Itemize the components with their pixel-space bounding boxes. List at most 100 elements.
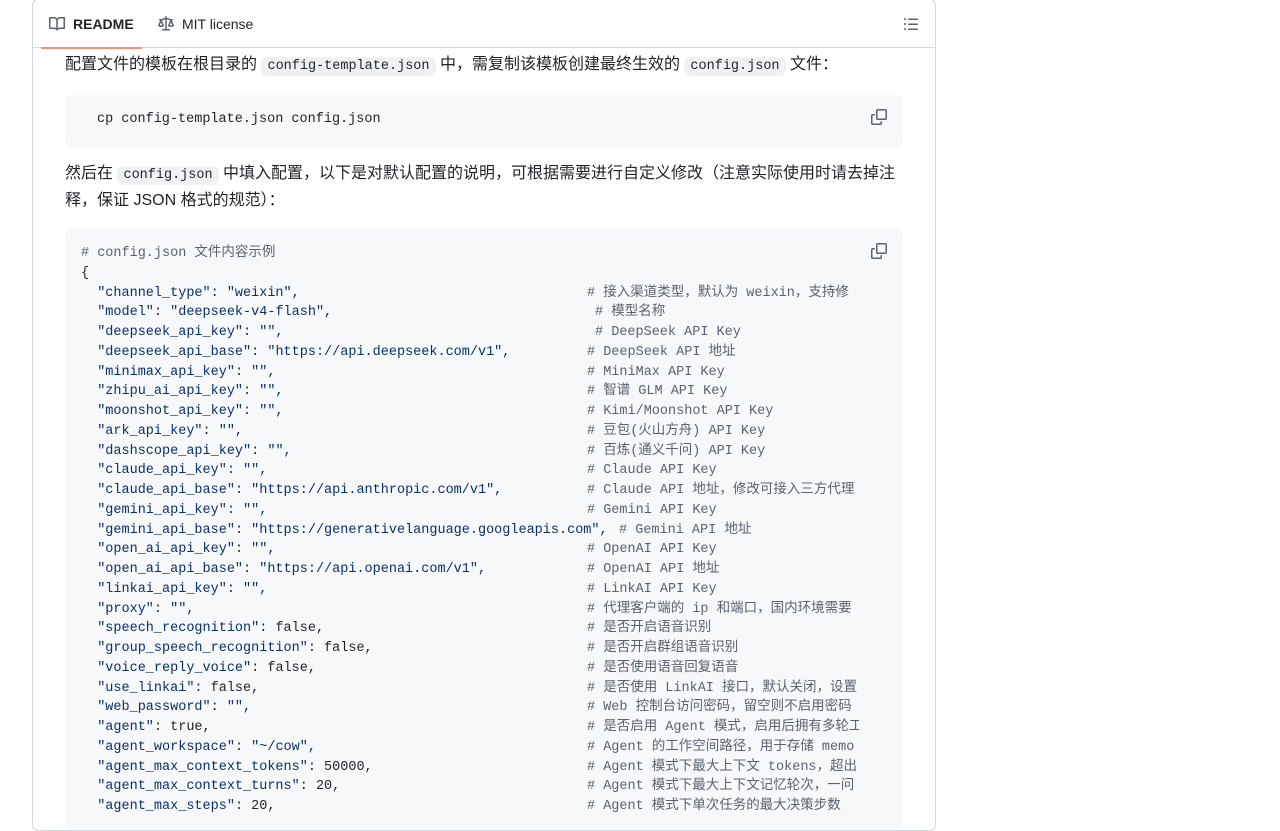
config-value: "https://api.anthropic.com/v1", [251,483,503,498]
config-line: "channel_type": "weixin", # 接入渠道类型，默认为 we… [81,284,859,304]
config-comment: # 模型名称 [595,305,666,321]
config-key: "agent_max_steps" [97,799,235,814]
config-comment: # DeepSeek API Key [595,325,741,340]
config-value: "https://api.deepseek.com/v1", [267,344,511,360]
config-usage-paragraph: 然后在 config.json 中填入配置，以下是对默认配置的说明，可根据需要进… [65,161,903,213]
config-line: "gemini_api_base": "https://generativela… [81,521,859,541]
config-key: "claude_api_key" [97,463,227,479]
config-value: true, [170,720,211,735]
config-line: "agent": true, # 是否启用 Agent 模式，启用后拥有多轮工 [81,718,859,738]
config-key: "speech_recognition" [97,621,260,637]
config-line: "deepseek_api_base": "https://api.deepse… [81,343,859,363]
config-json-codeblock: # config.json 文件内容示例 { "channel_type": "… [65,229,903,829]
config-line: "moonshot_api_key": "", # Kimi/Moonshot A… [81,402,859,422]
config-comment: # 是否使用语音回复语音 [587,660,739,676]
config-comment: # 智谱 GLM API Key [587,384,728,400]
config-comment: # MiniMax API Key [587,364,725,380]
config-value: "", [218,423,244,439]
config-value: false, [267,660,316,676]
config-value: "~/cow", [251,739,316,755]
config-key: "open_ai_api_key" [97,542,235,558]
outline-button[interactable] [895,8,927,40]
config-key: "gemini_api_key" [97,502,227,518]
config-line: "open_ai_api_base": "https://api.openai.… [81,560,859,580]
config-line: "proxy": "", # 代理客户端的 ip 和端口，国内环境需要 [81,600,859,620]
config-comment: # 是否开启语音识别 [587,621,712,637]
config-key: "agent_max_context_turns" [97,779,300,795]
tab-license-label: MIT license [182,16,254,32]
tab-license[interactable]: MIT license [158,0,253,48]
config-value: "", [267,443,292,459]
config-value: "", [243,581,268,597]
config-key: "agent" [97,720,154,735]
config-key: "claude_api_base" [97,483,235,498]
para1-text-pre: 配置文件的模板在根目录的 [65,56,258,73]
config-comment: # LinkAI API Key [587,581,717,597]
readme-tabbar: README MIT license [33,0,935,49]
code-open-brace: { [81,265,90,281]
config-comment: # 是否启用 Agent 模式，启用后拥有多轮工 [587,720,859,735]
config-value: "", [259,325,284,340]
copy-button[interactable] [871,243,887,259]
config-key: "linkai_api_key" [97,581,227,597]
config-value: false, [210,680,260,696]
config-value: "", [251,364,276,380]
config-line: "minimax_api_key": "", # MiniMax API Key [81,363,859,383]
config-key: "dashscope_api_key" [97,443,252,459]
config-comment: # Gemini API Key [587,502,717,518]
config-value: false, [324,641,373,656]
config-line: "agent_max_context_turns": 20, # Agent 模式… [81,777,859,797]
para2-text-pre: 然后在 [65,165,114,182]
cp-command-codeblock: cp config-template.json config.json [65,95,903,147]
config-line: "zhipu_ai_api_key": "", # 智谱 GLM API Key [81,382,859,402]
config-line: "model": "deepseek-v4-flash", # 模型名称 [81,303,859,323]
copy-button[interactable] [871,109,887,125]
config-key: "web_password" [97,700,211,716]
config-comment: # 百炼(通义千问) API Key [587,443,766,459]
config-line: "linkai_api_key": "", # LinkAI API Key [81,580,859,600]
config-line: "ark_api_key": "", # 豆包(火山方舟) API Key [81,422,859,442]
config-key: "group_speech_recognition" [97,641,308,656]
tab-readme[interactable]: README [41,0,142,49]
config-value: "", [259,404,284,419]
copy-icon [871,109,887,125]
readme-content: 配置文件的模板在根目录的 config-template.json 中，需复制该… [65,48,903,829]
config-value: "", [226,700,252,716]
config-key: "voice_reply_voice" [97,660,252,676]
config-comment: # 代理客户端的 ip 和端口，国内环境需要 [587,601,852,617]
config-key: "agent_max_context_tokens" [97,759,308,775]
config-line: "open_ai_api_key": "", # OpenAI API Key [81,540,859,560]
config-key: "channel_type" [97,285,211,301]
inline-code-config-template: config-template.json [261,57,436,76]
code-content: # config.json 文件内容示例 { "channel_type": "… [81,244,859,817]
config-value: false, [275,621,325,637]
config-key: "open_ai_api_base" [97,562,244,577]
config-key: "deepseek_api_base" [97,344,252,360]
para2-text-post: 中填入配置，以下是对默认配置的说明，可根据需要进行自定义修改（注意实际使用时请去… [223,165,896,182]
config-line: "deepseek_api_key": "", # DeepSeek API Ke… [81,323,859,343]
config-comment: # Agent 模式下最大上下文 tokens，超出 [587,759,858,775]
config-comment: # Gemini API 地址 [619,522,752,538]
cp-command-text: cp config-template.json config.json [97,112,381,127]
config-value: "deepseek-v4-flash", [170,305,333,321]
config-line: "claude_api_key": "", # Claude API Key [81,461,859,481]
config-comment: # Agent 模式下最大上下文记忆轮次，一问 [587,779,855,795]
config-line: "speech_recognition": false, # 是否开启语音识别 [81,619,859,639]
config-template-paragraph: 配置文件的模板在根目录的 config-template.json 中，需复制该… [65,52,903,79]
inline-code-config-json: config.json [117,166,219,185]
config-comment: # 豆包(火山方舟) API Key [587,423,766,439]
config-comment: # 接入渠道类型，默认为 weixin，支持修 [587,285,849,301]
config-value: "", [243,463,268,479]
config-line: "gemini_api_key": "", # Gemini API Key [81,501,859,521]
tab-readme-label: README [73,16,134,32]
config-key: "proxy" [97,601,154,617]
para1-text-mid: 中，需复制该模板创建最终生效的 [439,56,680,73]
config-comment: # OpenAI API Key [587,542,717,558]
config-value: "", [251,542,276,558]
config-comment: # Claude API 地址，修改可接入三方代理 [587,483,855,498]
config-comment: # 是否开启群组语音识别 [587,641,739,656]
config-line: "web_password": "", # Web 控制台访问密码，留空则不启用密… [81,698,859,718]
config-value: "", [259,384,284,400]
config-value: "", [170,601,195,617]
code-comment-header: # config.json 文件内容示例 [81,246,276,261]
